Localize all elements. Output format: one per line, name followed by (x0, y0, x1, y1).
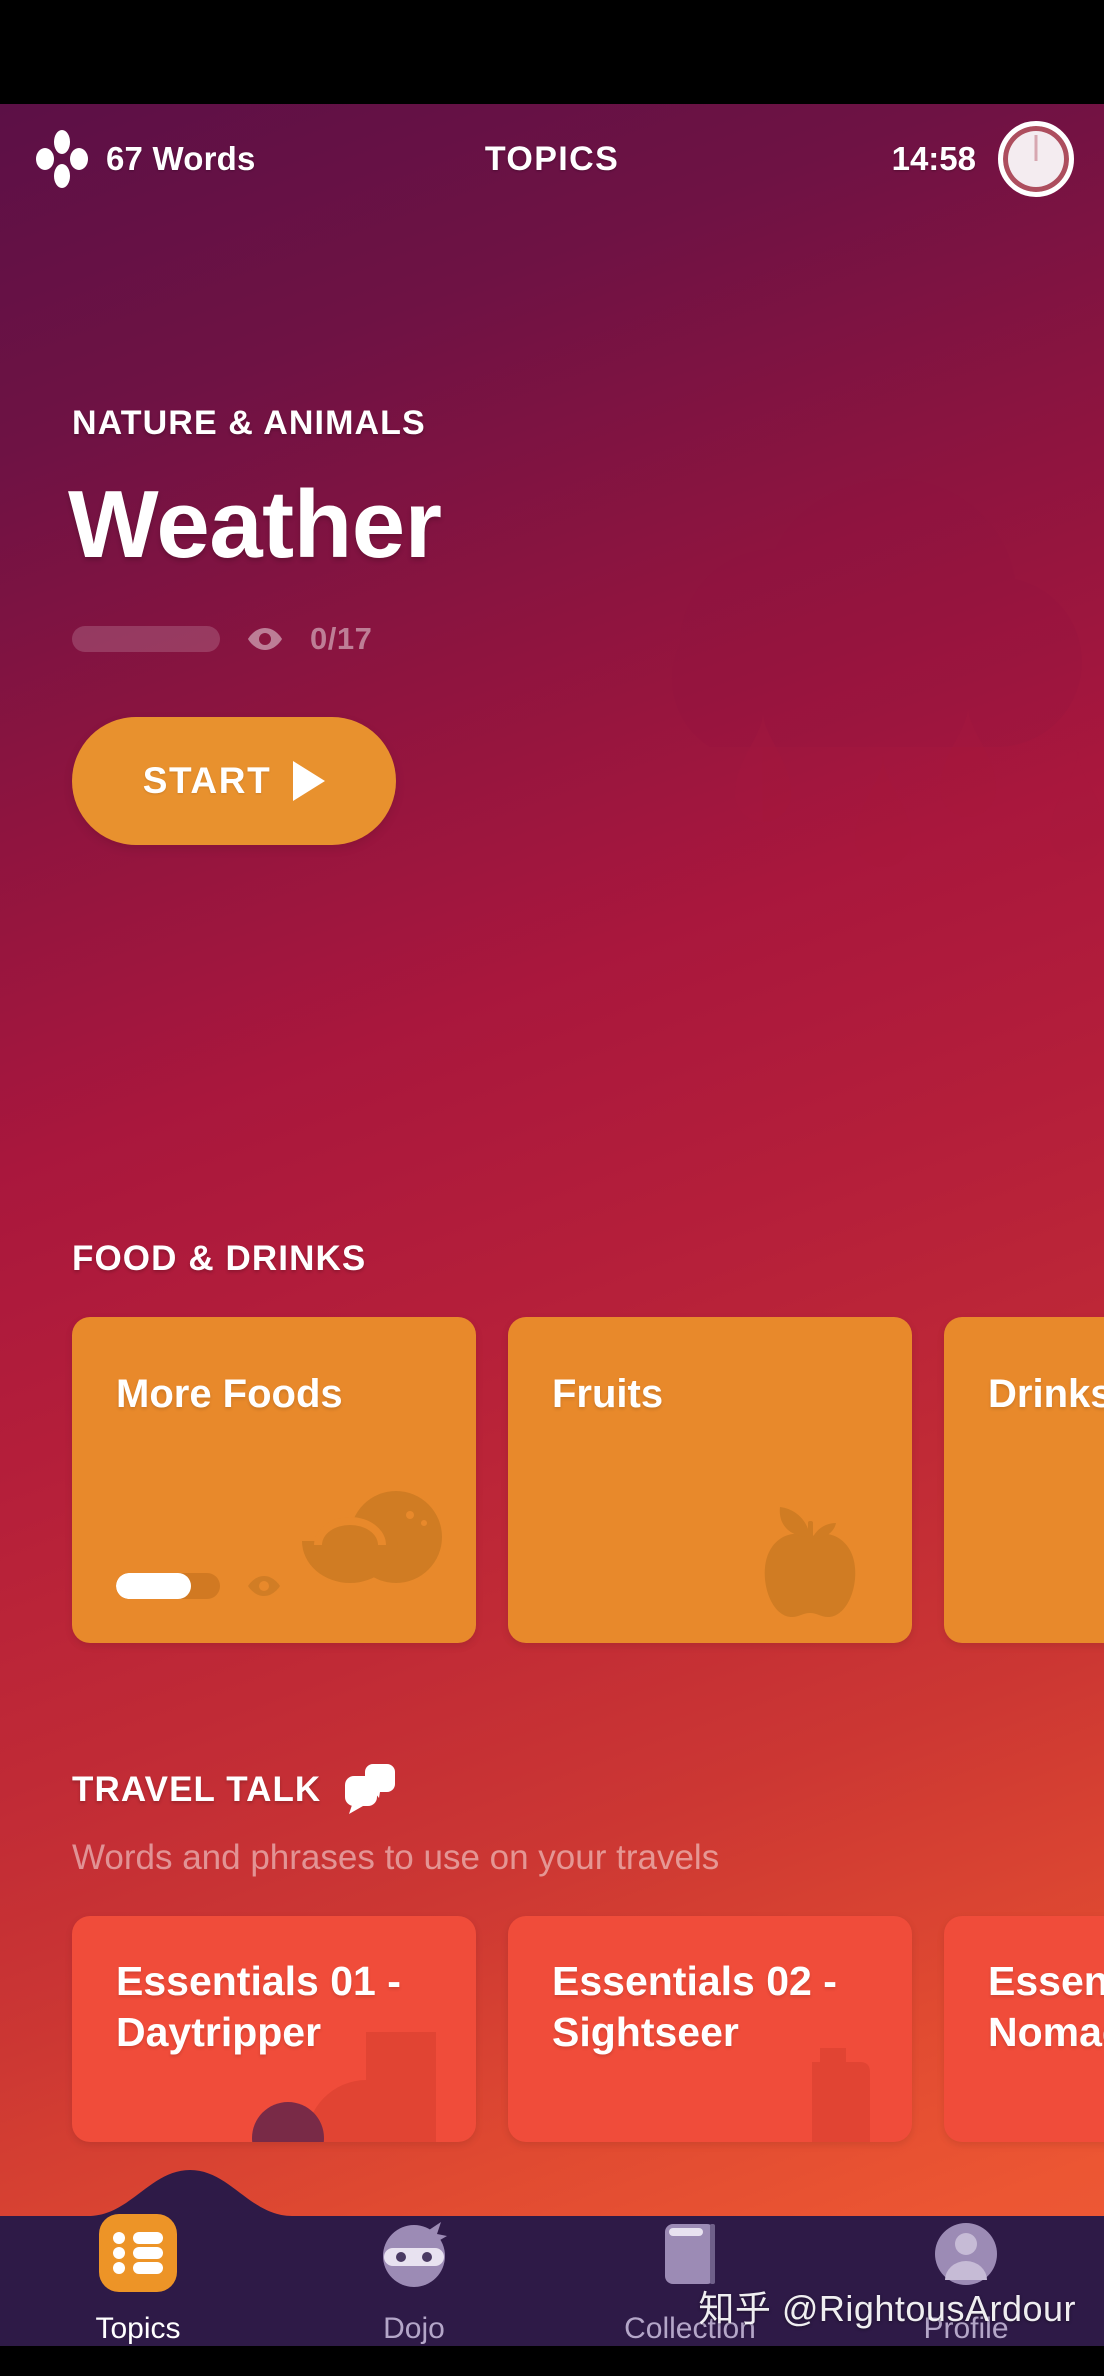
nav-label: Topics (95, 2312, 181, 2345)
card-title: Fruits (552, 1372, 664, 1416)
section-header: FOOD & DRINKS (72, 1239, 1104, 1279)
eye-icon (248, 628, 282, 650)
featured-topic-title: Weather (68, 471, 442, 578)
featured-category-label: NATURE & ANIMALS (72, 404, 426, 442)
section-travel-talk: TRAVEL TALK Words and phrases to use on … (0, 1764, 1104, 2142)
app-header: 67 Words TOPICS 14:58 (0, 104, 1104, 214)
nav-items: Topics Dojo Collection Profile (0, 2176, 1104, 2346)
camera-icon (812, 2048, 870, 2142)
nav-item-dojo[interactable]: Dojo (276, 2210, 552, 2346)
list-icon (99, 2214, 177, 2292)
nav-label: Profile (923, 2312, 1009, 2345)
progress-bar (72, 626, 220, 652)
book-icon (665, 2224, 715, 2284)
speech-bubbles-icon (345, 1764, 396, 1814)
card-title: More Foods (116, 1372, 343, 1416)
status-bar (0, 0, 1104, 104)
app-screen: 67 Words TOPICS 14:58 NATURE & ANIMALS W… (0, 0, 1104, 2376)
person-icon (935, 2223, 997, 2285)
home-indicator-bar (0, 2346, 1104, 2376)
start-button-label: START (142, 760, 272, 801)
bottom-navigation: Topics Dojo Collection Profile (0, 2150, 1104, 2376)
card-progress-bar (116, 1573, 220, 1599)
apple-icon (764, 1507, 856, 1617)
card-title: Essentials 03 - Nomad (988, 1958, 1104, 2056)
featured-topic: NATURE & ANIMALS Weather 0/17 START (0, 404, 1104, 845)
section-header: TRAVEL TALK (72, 1764, 1104, 1816)
traveler-icon (252, 2032, 436, 2142)
topic-card-essentials-02[interactable]: Essentials 02 - Sightseer (508, 1916, 912, 2142)
clock-label: 14:58 (891, 140, 976, 177)
section-subtitle: Words and phrases to use on your travels (72, 1838, 720, 1877)
featured-progress: 0/17 (72, 621, 1104, 657)
topic-card-more-foods[interactable]: More Foods (72, 1317, 476, 1643)
topic-card-fruits[interactable]: Fruits (508, 1317, 912, 1643)
coconut-icon (302, 1491, 442, 1583)
section-food-drinks: FOOD & DRINKS More Foods Fruits Drinks (0, 1239, 1104, 1643)
nav-item-collection[interactable]: Collection (552, 2210, 828, 2346)
topic-card-drinks[interactable]: Drinks (944, 1317, 1104, 1643)
progress-count-label: 0/17 (310, 621, 373, 656)
section-title: TRAVEL TALK (72, 1770, 322, 1809)
card-row-travel[interactable]: Essentials 01 - Daytripper Essentials 02… (72, 1916, 1104, 2142)
card-progress (116, 1573, 282, 1599)
avatar[interactable] (998, 121, 1074, 197)
nav-item-topics[interactable]: Topics (0, 2210, 276, 2346)
nav-label: Dojo (383, 2312, 445, 2345)
nav-label: Collection (624, 2312, 756, 2345)
card-row-food[interactable]: More Foods Fruits Drinks (72, 1317, 1104, 1643)
eye-icon (248, 1576, 280, 1596)
header-right: 14:58 (892, 121, 1074, 197)
section-title: FOOD & DRINKS (72, 1239, 367, 1278)
topic-card-essentials-03[interactable]: Essentials 03 - Nomad (944, 1916, 1104, 2142)
card-title: Drinks (988, 1372, 1104, 1416)
play-triangle-icon (293, 761, 326, 801)
start-button[interactable]: START (72, 717, 396, 845)
topic-card-essentials-01[interactable]: Essentials 01 - Daytripper (72, 1916, 476, 2142)
scroll-content[interactable]: 67 Words TOPICS 14:58 NATURE & ANIMALS W… (0, 104, 1104, 2376)
ninja-icon (383, 2222, 447, 2287)
nav-item-profile[interactable]: Profile (828, 2210, 1104, 2346)
